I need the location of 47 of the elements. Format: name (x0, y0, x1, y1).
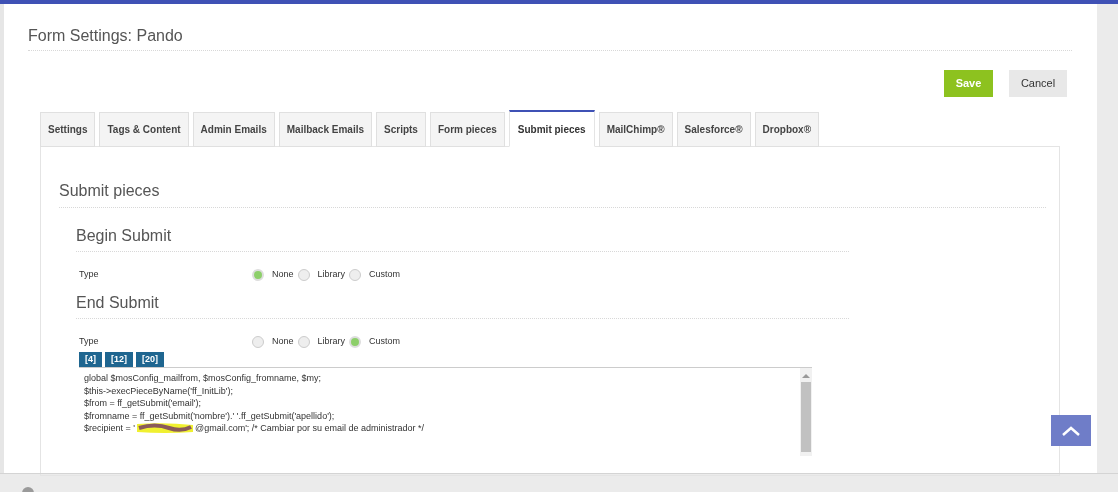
radio-button[interactable] (297, 336, 310, 348)
radio-option[interactable]: Library (297, 335, 346, 349)
radio-option[interactable]: Custom (349, 268, 401, 282)
code-line: $fromname = ff_getSubmit('nombre').' '.ff_getSubmit('apellido'); (84, 409, 335, 422)
tab-size-button[interactable]: [20] (136, 352, 165, 367)
code-line: $recipient = ' (84, 422, 135, 435)
radio-button[interactable] (297, 269, 310, 281)
tab[interactable]: Admin Emails (192, 112, 275, 147)
section-heading: Begin Submit (76, 226, 172, 246)
radio-option[interactable]: Custom (349, 335, 401, 349)
code-line: @gmail.com'; /* Cambiar por su email de administrador */ (195, 422, 424, 435)
radio-button[interactable] (252, 269, 264, 281)
field-label: Type (79, 335, 100, 349)
tab[interactable]: Settings (40, 112, 96, 147)
chevron-up-icon (1062, 425, 1080, 436)
code-line: global $mosConfig_mailfrom, $mosConfig_fromname, $my; (84, 372, 322, 385)
tab[interactable]: Dropbox® (754, 112, 820, 147)
radio-button[interactable] (349, 336, 362, 348)
code-line: $this->execPieceByName('ff_InitLib'); (84, 384, 234, 397)
tab[interactable]: Tags & Content (99, 112, 189, 147)
radio-label: Library (317, 268, 346, 282)
radio-label: None (272, 335, 294, 349)
cancel-button[interactable]: Cancel (1009, 70, 1067, 97)
tab[interactable]: Submit pieces (508, 110, 595, 147)
radio-option[interactable]: Library (297, 268, 346, 282)
radio-button[interactable] (349, 269, 362, 281)
section-heading: End Submit (76, 293, 159, 313)
tab[interactable]: Form pieces (429, 112, 505, 147)
radio-option[interactable]: None (252, 335, 294, 349)
tab[interactable]: Scripts (376, 112, 426, 147)
code-line: $from = ff_getSubmit('email'); (84, 397, 202, 410)
panel-heading: Submit pieces (59, 181, 160, 201)
radio-label: Library (317, 335, 346, 349)
radio-label: None (272, 268, 294, 282)
radio-option[interactable]: None (252, 268, 294, 282)
field-label: Type (79, 268, 100, 282)
tab[interactable]: Mailback Emails (278, 112, 372, 147)
radio-label: Custom (369, 268, 401, 282)
tab[interactable]: Salesforce® (676, 112, 751, 147)
tab[interactable]: MailChimp® (598, 112, 673, 147)
tab-size-button[interactable]: [4] (79, 352, 102, 367)
radio-label: Custom (369, 335, 401, 349)
scrollbar[interactable] (800, 368, 812, 456)
tab-size-button[interactable]: [12] (105, 352, 133, 367)
scroll-top-button[interactable] (1051, 415, 1091, 446)
radio-button[interactable] (252, 336, 264, 348)
page-title: Form Settings: Pando (28, 26, 183, 46)
